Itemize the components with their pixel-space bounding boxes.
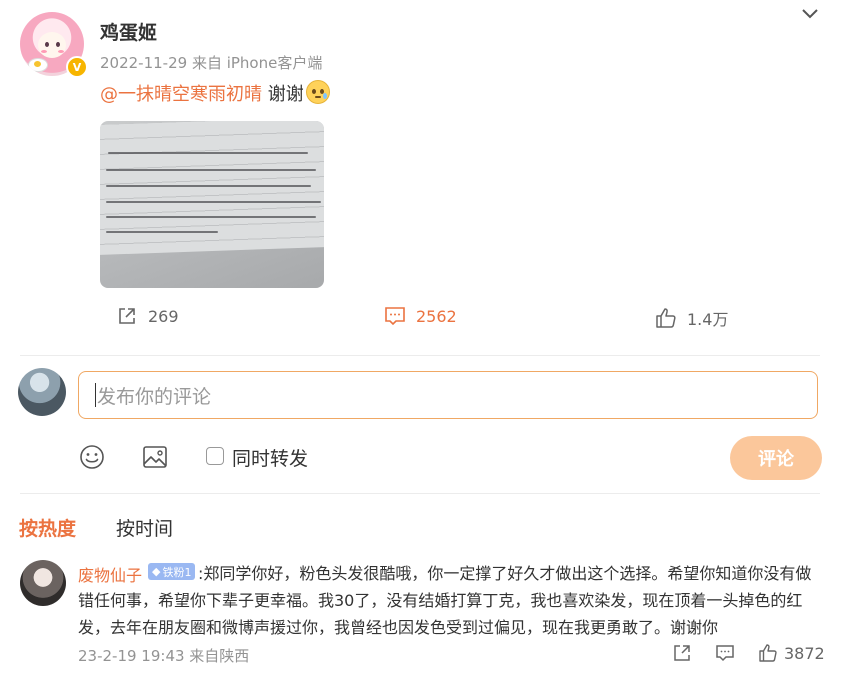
emoji-icon[interactable]: [78, 443, 106, 471]
repost-count: 269: [148, 306, 179, 326]
tearful-emoji-icon: [305, 80, 330, 104]
repost-checkbox[interactable]: [206, 447, 224, 465]
post-meta: 2022-11-29 来自 iPhone客户端: [100, 54, 323, 72]
chevron-down-icon[interactable]: [800, 6, 820, 22]
comment-input-placeholder: 发布你的评论: [97, 385, 212, 408]
comment-button[interactable]: 2562: [384, 305, 457, 327]
like-count: 1.4万: [687, 310, 729, 329]
repost-button[interactable]: 269: [116, 305, 179, 327]
comment-meta: 23-2-19 19:43 来自陕西: [78, 647, 250, 665]
like-button[interactable]: 1.4万: [655, 306, 728, 330]
comment-icon: [385, 307, 405, 326]
fan-badge: ◆ 铁粉1: [148, 563, 196, 580]
comment-reply-button[interactable]: [715, 643, 735, 663]
post-image[interactable]: [100, 121, 324, 288]
share-icon: [674, 645, 690, 661]
thumbs-up-icon: [759, 644, 777, 662]
image-icon[interactable]: [141, 443, 169, 471]
repost-label[interactable]: 同时转发: [232, 444, 308, 471]
comment-icon: [716, 645, 734, 662]
fan-badge-label: 铁粉1: [162, 565, 192, 579]
post-body: 谢谢: [262, 84, 304, 105]
comment-like-button[interactable]: 3872: [758, 643, 825, 663]
section-divider: [20, 493, 820, 494]
author-name[interactable]: 鸡蛋姬: [100, 18, 157, 45]
section-divider: [20, 355, 820, 356]
share-icon: [119, 308, 135, 324]
mention-link[interactable]: @一抹晴空寒雨初晴: [100, 84, 262, 105]
comment-count: 2562: [416, 306, 457, 326]
my-avatar[interactable]: [18, 368, 66, 416]
post-text: @一抹晴空寒雨初晴 谢谢: [100, 80, 330, 106]
comment-input[interactable]: 发布你的评论: [78, 371, 818, 419]
thumbs-up-icon: [656, 308, 676, 328]
tab-sort-by-time[interactable]: 按时间: [116, 514, 173, 541]
comment-like-count: 3872: [784, 643, 825, 663]
verified-badge-icon: V: [66, 56, 88, 78]
tab-sort-by-hot[interactable]: 按热度: [19, 514, 76, 541]
commenter-avatar[interactable]: [20, 560, 66, 606]
comment-repost-button[interactable]: [672, 643, 692, 663]
commenter-name[interactable]: 废物仙子: [78, 562, 147, 586]
diamond-icon: ◆: [152, 565, 161, 578]
submit-comment-button[interactable]: 评论: [730, 436, 822, 480]
